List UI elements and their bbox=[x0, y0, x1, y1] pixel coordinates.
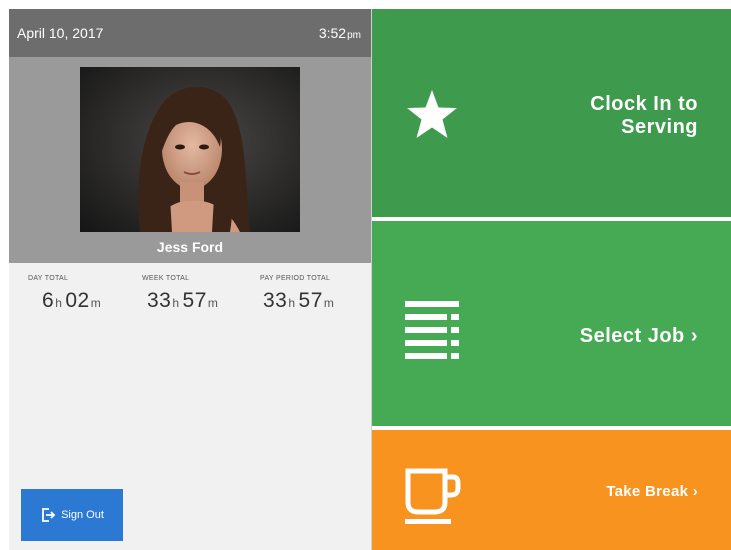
employee-photo bbox=[80, 67, 300, 232]
employee-panel: April 10, 2017 3:52pm Jess Ford DAY TOTA… bbox=[9, 9, 372, 550]
pay-period-total-value: 33h 57m bbox=[263, 289, 337, 313]
clock-in-label-line2: Serving bbox=[621, 116, 698, 138]
pay-period-total-label: PAY PERIOD TOTAL bbox=[260, 275, 331, 282]
pay-period-total: PAY PERIOD TOTAL 33h 57m bbox=[260, 275, 337, 313]
take-break-label: Take Break › bbox=[606, 483, 698, 500]
clock-in-label-line1: Clock In to bbox=[590, 93, 698, 115]
minutes-unit: m bbox=[207, 296, 219, 310]
status-bar: April 10, 2017 3:52pm bbox=[9, 9, 371, 57]
sign-out-button[interactable]: Sign Out bbox=[21, 489, 123, 541]
select-job-label: Select Job › bbox=[579, 325, 698, 347]
hours-totals: DAY TOTAL 6h 02m WEEK TOTAL 33h 57m PAY PE… bbox=[9, 263, 371, 323]
day-total-label: DAY TOTAL bbox=[28, 275, 69, 282]
employee-name: Jess Ford bbox=[156, 239, 224, 255]
hours-unit: h bbox=[172, 296, 180, 310]
select-job-button[interactable]: Select Job › bbox=[372, 221, 731, 426]
take-break-button[interactable]: Take Break › bbox=[372, 430, 731, 550]
pay-period-total-hours: 33 bbox=[263, 289, 288, 312]
day-total-value: 6h 02m bbox=[42, 289, 104, 313]
week-total-label: WEEK TOTAL bbox=[142, 275, 190, 282]
employee-profile: Jess Ford bbox=[9, 57, 371, 263]
week-total: WEEK TOTAL 33h 57m bbox=[142, 275, 221, 313]
time-value: 3:52 bbox=[318, 25, 347, 41]
day-total: DAY TOTAL 6h 02m bbox=[28, 275, 104, 313]
time-clock-screen: April 10, 2017 3:52pm Jess Ford DAY TOTA… bbox=[9, 9, 731, 550]
clock-in-label: Clock In to Serving bbox=[590, 93, 698, 139]
minutes-unit: m bbox=[90, 296, 102, 310]
sign-out-label: Sign Out bbox=[61, 509, 104, 521]
star-icon bbox=[407, 90, 457, 138]
list-icon bbox=[405, 301, 459, 359]
coffee-cup-icon bbox=[405, 468, 461, 524]
pay-period-total-minutes: 57 bbox=[298, 289, 323, 312]
time-ampm: pm bbox=[347, 30, 361, 41]
hours-unit: h bbox=[288, 296, 296, 310]
day-total-minutes: 02 bbox=[65, 289, 90, 312]
week-total-minutes: 57 bbox=[182, 289, 207, 312]
hours-unit: h bbox=[55, 296, 63, 310]
minutes-unit: m bbox=[323, 296, 335, 310]
day-total-hours: 6 bbox=[42, 289, 55, 312]
week-total-hours: 33 bbox=[147, 289, 172, 312]
current-time: 3:52pm bbox=[319, 25, 361, 41]
current-date: April 10, 2017 bbox=[17, 25, 104, 41]
clock-in-button[interactable]: Clock In to Serving bbox=[372, 9, 731, 217]
week-total-value: 33h 57m bbox=[147, 289, 221, 313]
sign-out-icon bbox=[42, 508, 56, 522]
